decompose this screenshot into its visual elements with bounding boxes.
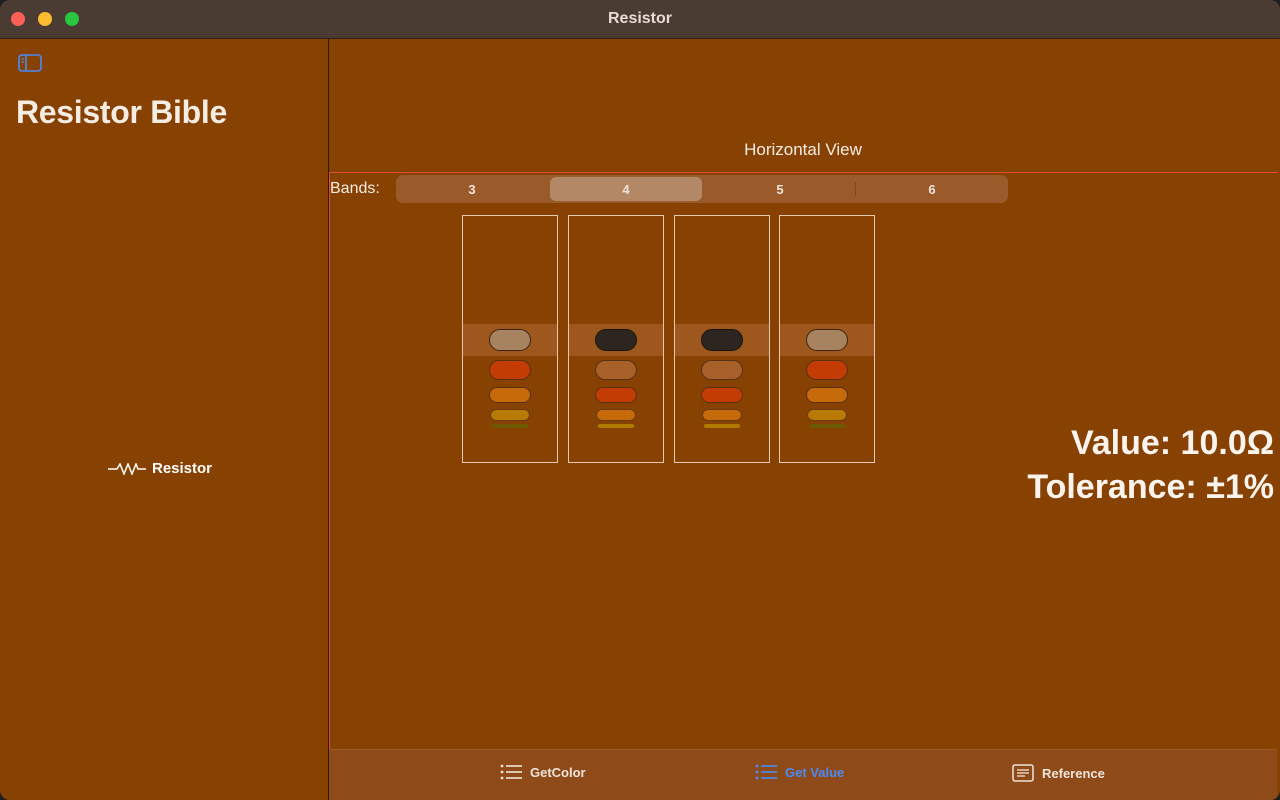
list-icon (500, 764, 522, 780)
color-option-red[interactable] (806, 360, 848, 380)
resistor-symbol-icon (108, 462, 146, 475)
band-option-6[interactable]: 6 (856, 175, 1008, 203)
tab-label: Reference (1042, 765, 1105, 781)
band-count-picker[interactable]: 3 4 5 6 (396, 175, 1008, 203)
band-1-color-picker[interactable] (462, 215, 558, 463)
band-option-5[interactable]: 5 (704, 175, 856, 203)
sidebar-toggle-icon[interactable] (18, 54, 42, 72)
content-area: Bands: 3 4 5 6 Value: 10.0Ω Tolerance: ±… (329, 172, 1278, 800)
document-icon (1012, 764, 1034, 782)
color-option-green[interactable] (809, 424, 845, 428)
color-option-black[interactable] (701, 329, 743, 351)
tab-getcolor[interactable]: GetColor (500, 764, 586, 780)
sidebar: Resistor Bible Resistor (0, 39, 329, 800)
color-option-brown[interactable] (701, 360, 743, 380)
band-4-color-picker[interactable] (779, 215, 875, 463)
color-option-yellow[interactable] (704, 424, 740, 428)
band-3-color-picker[interactable] (674, 215, 770, 463)
color-option-brown[interactable] (595, 360, 637, 380)
sidebar-item-label: Resistor (152, 460, 213, 477)
color-option-brown[interactable] (806, 329, 848, 351)
tab-reference[interactable]: Reference (1012, 764, 1105, 782)
band-2-color-picker[interactable] (568, 215, 664, 463)
value-text: Value: 10.0Ω (1070, 424, 1274, 462)
color-option-brown[interactable] (489, 329, 531, 351)
nav-title: Horizontal View (744, 140, 862, 159)
color-option-green[interactable] (492, 424, 528, 428)
main-pane: Horizontal View Bands: 3 4 5 6 Value: 10… (329, 39, 1280, 800)
tab-getvalue[interactable]: Get Value (755, 764, 844, 780)
color-option-red[interactable] (489, 360, 531, 380)
sidebar-title: Resistor Bible (16, 94, 227, 130)
window-title: Resistor (607, 10, 673, 27)
band-option-3[interactable]: 3 (396, 175, 548, 203)
app-window: Resistor Resistor Bible Resistor Horizon… (0, 0, 1280, 800)
color-option-red[interactable] (595, 387, 637, 403)
title-bar: Resistor (0, 0, 1280, 39)
bands-label: Bands: (330, 180, 380, 197)
color-option-orange[interactable] (806, 387, 848, 403)
color-option-yellow[interactable] (490, 409, 530, 421)
color-option-orange[interactable] (702, 409, 742, 421)
band-option-4[interactable]: 4 (550, 177, 702, 201)
sidebar-item-resistor[interactable]: Resistor (108, 460, 212, 477)
color-option-yellow[interactable] (807, 409, 847, 421)
tolerance-text: Tolerance: ±1% (1027, 468, 1274, 506)
list-icon (755, 764, 777, 780)
color-option-black[interactable] (595, 329, 637, 351)
color-option-yellow[interactable] (598, 424, 634, 428)
tab-label: GetColor (530, 764, 586, 780)
color-option-orange[interactable] (489, 387, 531, 403)
tab-bar: GetColor Get Value Reference (329, 749, 1277, 800)
color-option-red[interactable] (701, 387, 743, 403)
result-readout: Value: 10.0Ω Tolerance: ±1% (1027, 421, 1274, 509)
color-option-orange[interactable] (596, 409, 636, 421)
tab-label: Get Value (785, 764, 845, 780)
